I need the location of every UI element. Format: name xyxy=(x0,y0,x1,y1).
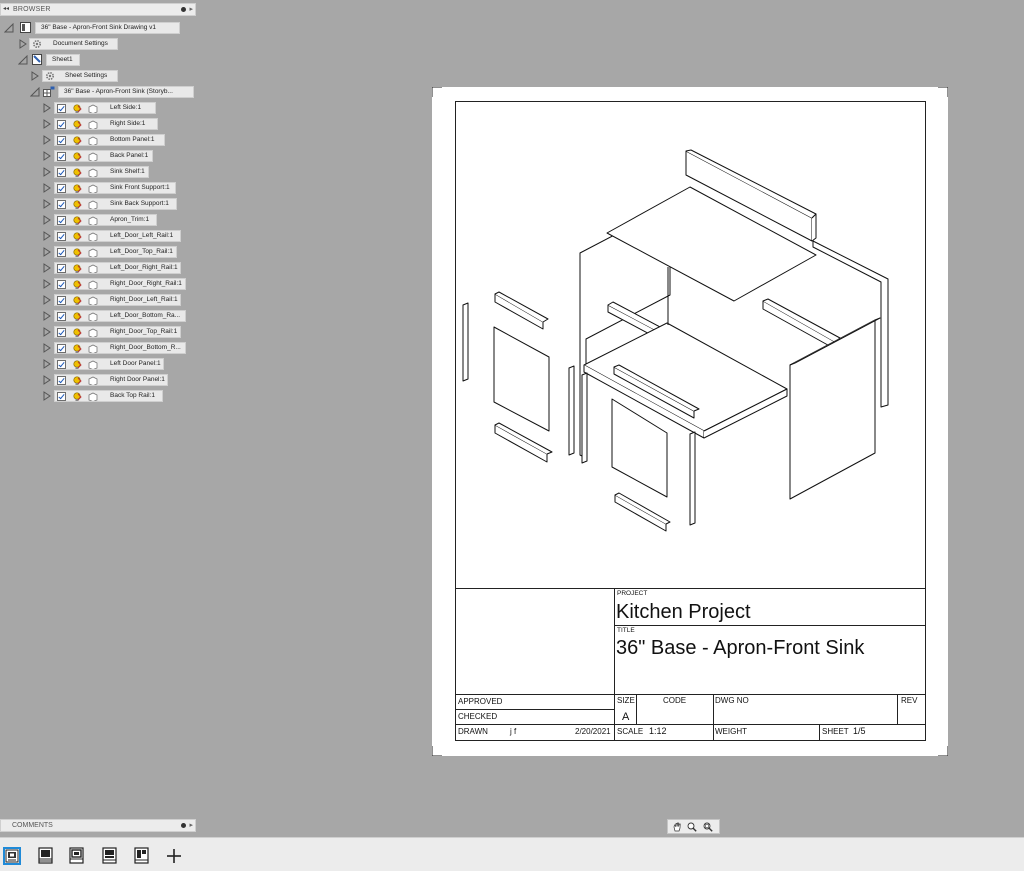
checked-label: CHECKED xyxy=(458,712,498,721)
code-label: CODE xyxy=(663,696,687,705)
weight-label: WEIGHT xyxy=(715,727,747,736)
rev-label: REV xyxy=(901,696,918,705)
drawing-sheet[interactable]: PROJECT Kitchen Project TITLE 36" Base -… xyxy=(432,87,948,756)
scale-label: SCALE xyxy=(617,727,644,736)
drawing-title: 36" Base - Apron-Front Sink xyxy=(616,637,865,659)
size-label: SIZE xyxy=(617,696,635,705)
drawn-date: 2/20/2021 xyxy=(575,727,611,736)
scale-value: 1:12 xyxy=(649,726,667,736)
approved-label: APPROVED xyxy=(458,697,503,706)
exploded-cabinet-view xyxy=(462,149,889,532)
title-label: TITLE xyxy=(617,627,635,634)
sheet-label: SHEET xyxy=(822,727,849,736)
project-name: Kitchen Project xyxy=(616,601,751,623)
dwg-no-label: DWG NO xyxy=(715,696,749,705)
drawn-label: DRAWN xyxy=(458,727,488,736)
sheet-number: 1/5 xyxy=(853,726,866,736)
drawn-by: j f xyxy=(510,727,517,736)
project-label: PROJECT xyxy=(617,590,648,597)
size-value: A xyxy=(622,711,630,723)
